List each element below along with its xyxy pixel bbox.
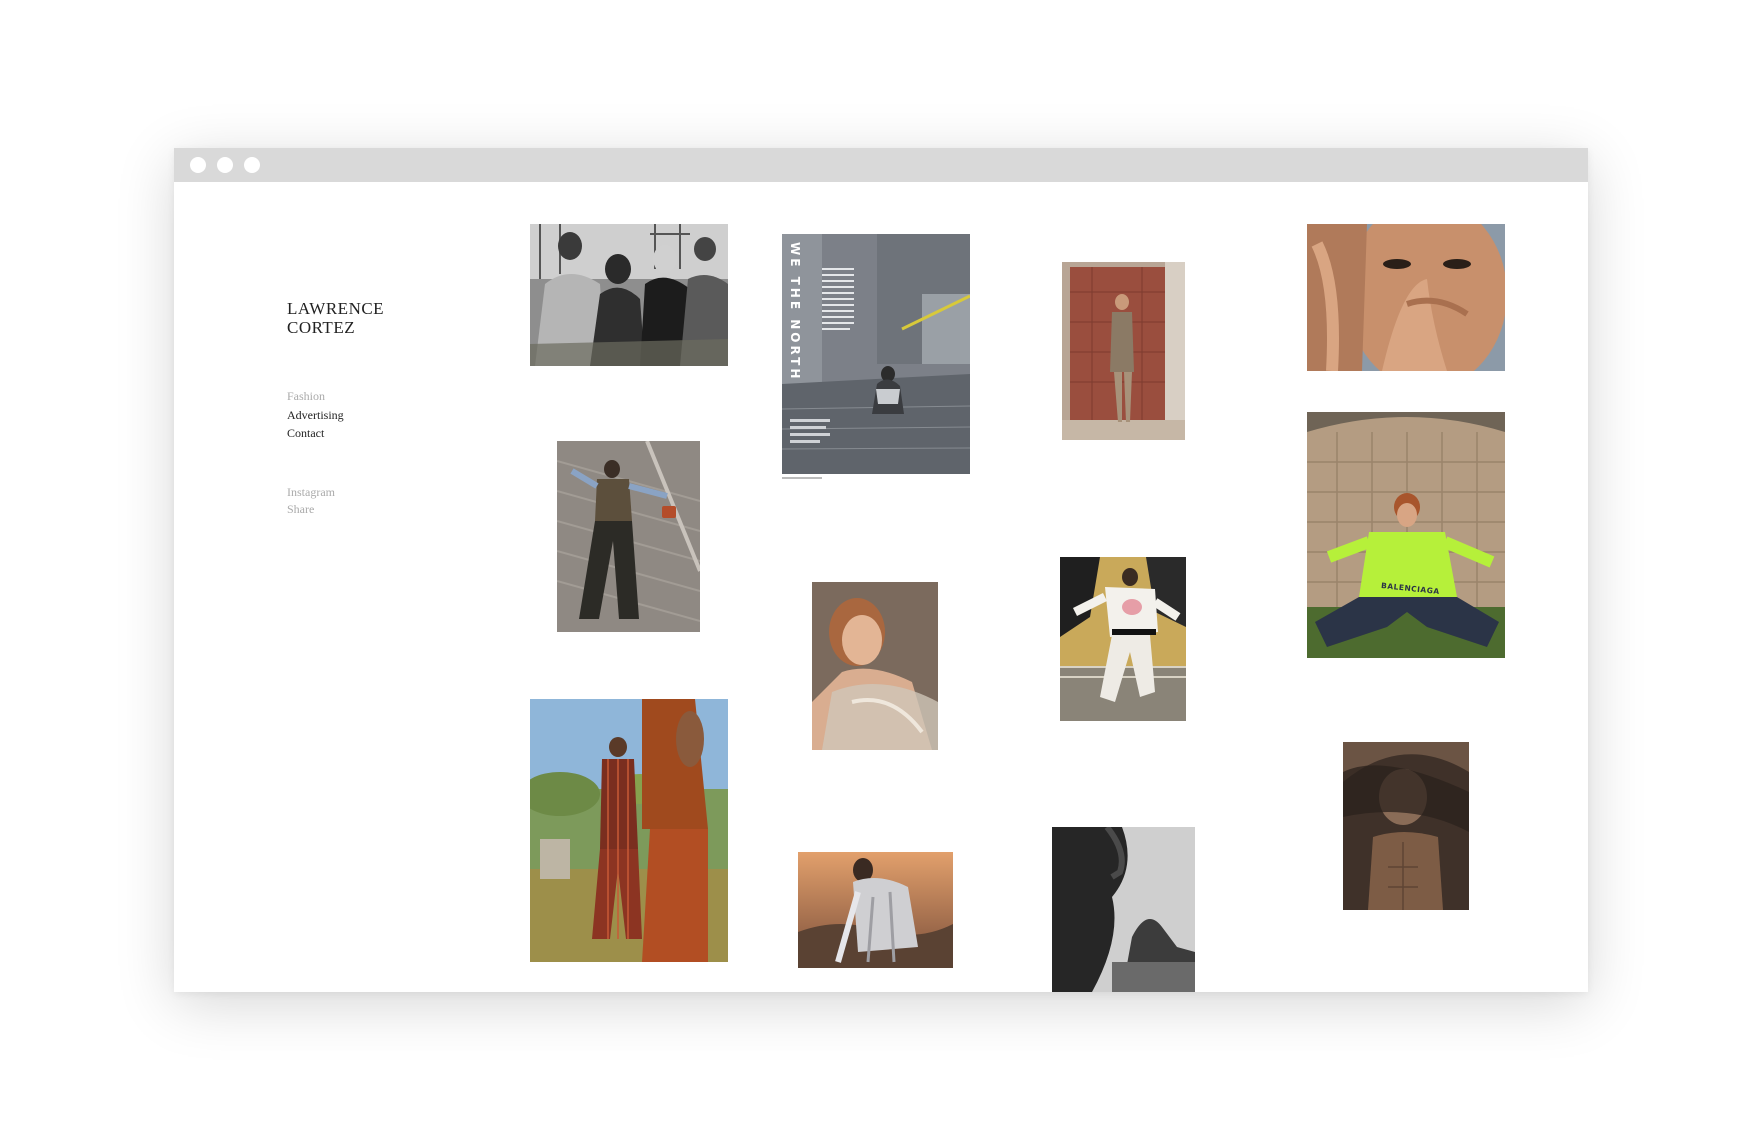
browser-window: LAWRENCE CORTEZ Fashion Advertising Cont… <box>174 148 1588 992</box>
nav-link-advertising[interactable]: Advertising <box>287 406 344 425</box>
photo-orange-outfits[interactable] <box>530 699 728 962</box>
photo-deck-pose-image <box>557 441 700 632</box>
photo-sunset[interactable] <box>798 852 953 968</box>
window-maximize-dot[interactable] <box>244 157 260 173</box>
photo-magazine-spread[interactable]: WE THE NORTH <box>782 234 970 482</box>
social-links: Instagram Share <box>287 484 335 518</box>
instagram-link[interactable]: Instagram <box>287 484 335 501</box>
photo-deck-pose[interactable] <box>557 441 700 632</box>
photo-karate[interactable] <box>1060 557 1186 721</box>
photo-red-wall[interactable] <box>1062 262 1185 440</box>
browser-title-bar <box>174 148 1588 182</box>
window-minimize-dot[interactable] <box>217 157 233 173</box>
photo-balenciaga[interactable]: BALENCIAGA <box>1307 412 1505 658</box>
photo-sunset-image <box>798 852 953 968</box>
main-nav: Fashion Advertising Contact <box>287 387 344 443</box>
photo-veiled-torso[interactable] <box>1343 742 1469 910</box>
photo-profile-bw[interactable] <box>1052 827 1195 992</box>
photo-karate-image <box>1060 557 1186 721</box>
photo-red-wall-image <box>1062 262 1185 440</box>
magazine-headline: WE THE NORTH <box>788 242 802 382</box>
portfolio-page: LAWRENCE CORTEZ Fashion Advertising Cont… <box>174 182 1588 992</box>
photo-magazine-image <box>782 234 970 482</box>
photo-group-bw-image <box>530 224 728 366</box>
share-link[interactable]: Share <box>287 501 335 518</box>
photo-balenciaga-image <box>1307 412 1505 658</box>
photo-veiled-torso-image <box>1343 742 1469 910</box>
photo-orange-outfits-image <box>530 699 728 962</box>
nav-link-contact[interactable]: Contact <box>287 424 344 443</box>
site-title[interactable]: LAWRENCE CORTEZ <box>287 299 384 337</box>
photo-woman-portrait-image <box>812 582 938 750</box>
photo-profile-bw-image <box>1052 827 1195 992</box>
photo-woman-portrait[interactable] <box>812 582 938 750</box>
photo-face-closeup[interactable] <box>1307 224 1505 371</box>
nav-link-fashion[interactable]: Fashion <box>287 387 344 406</box>
window-close-dot[interactable] <box>190 157 206 173</box>
photo-face-closeup-image <box>1307 224 1505 371</box>
photo-group-bw[interactable] <box>530 224 728 366</box>
